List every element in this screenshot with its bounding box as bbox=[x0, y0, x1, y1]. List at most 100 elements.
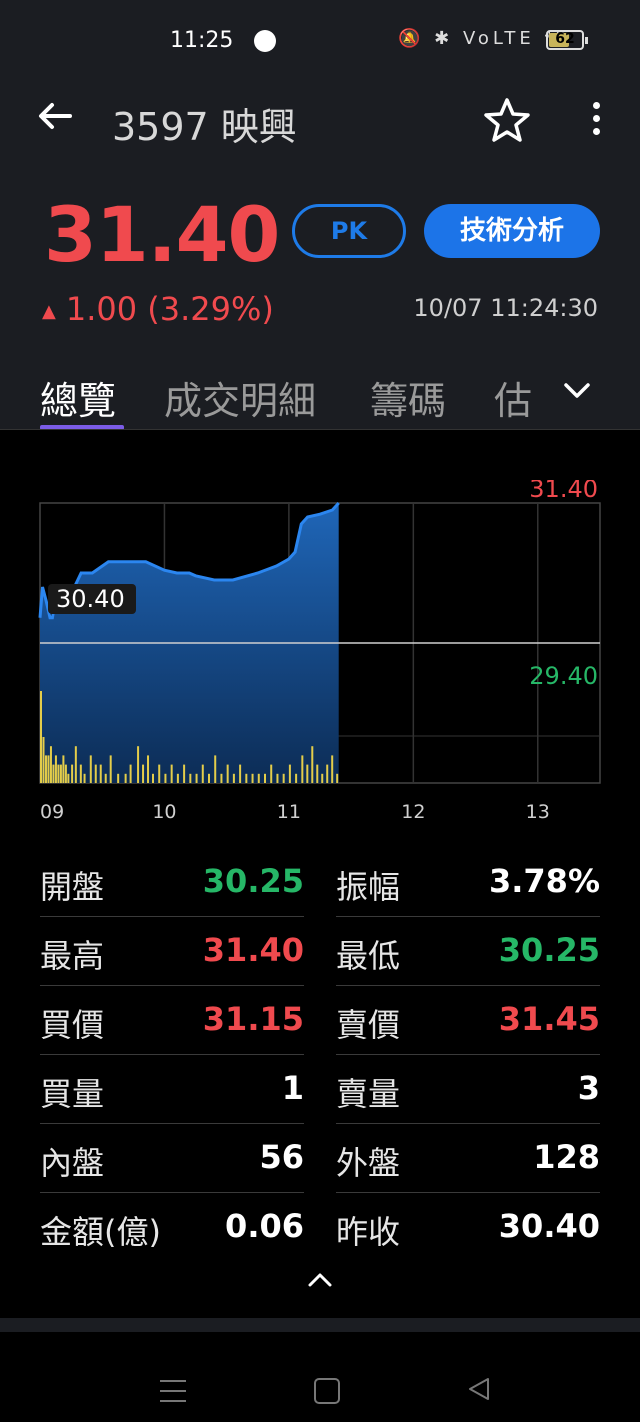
price-change: ▲ 1.00 (3.29%) bbox=[42, 290, 274, 328]
volume-bar bbox=[251, 773, 254, 783]
volume-bar bbox=[288, 764, 291, 783]
stats-row: 最高 31.40 最低 30.25 bbox=[40, 917, 600, 986]
nav-back-glyph bbox=[469, 1378, 489, 1400]
volume-bar bbox=[47, 755, 50, 783]
x-tick-label: 11 bbox=[277, 801, 301, 823]
more-options-icon[interactable] bbox=[586, 102, 606, 142]
volume-bar bbox=[331, 755, 334, 783]
system-nav-bar bbox=[0, 1318, 640, 1422]
stat-cell: 開盤 30.25 bbox=[40, 848, 304, 917]
recent-apps-icon[interactable] bbox=[160, 1380, 186, 1410]
volume-bar bbox=[164, 773, 167, 783]
tab-overview[interactable]: 總覽 bbox=[40, 370, 116, 425]
stat-value: 31.45 bbox=[498, 1000, 600, 1038]
stat-cell: 金額(億) 0.06 bbox=[40, 1193, 304, 1261]
volume-bar bbox=[89, 755, 92, 783]
stat-cell: 買量 1 bbox=[40, 1055, 304, 1124]
stat-value: 31.40 bbox=[202, 931, 304, 969]
collapse-chevron-up-icon[interactable] bbox=[306, 1270, 334, 1290]
volume-bar bbox=[109, 755, 112, 783]
volume-bar bbox=[52, 764, 55, 783]
volume-bar bbox=[83, 773, 86, 783]
stat-label: 最高 bbox=[40, 937, 105, 975]
stat-value: 3 bbox=[577, 1069, 600, 1107]
tab-chips[interactable]: 籌碼 bbox=[370, 370, 446, 425]
volume-bar bbox=[311, 746, 314, 783]
tab-valuation[interactable]: 估 bbox=[494, 370, 532, 425]
stats-row: 金額(億) 0.06 昨收 30.40 bbox=[40, 1193, 600, 1262]
back-arrow-icon[interactable] bbox=[36, 96, 76, 136]
stats-table: 開盤 30.25 振幅 3.78% 最高 31.40 最低 30.25 買價 31.15 賣價 31.… bbox=[40, 848, 600, 1262]
current-price: 31.40 bbox=[44, 190, 280, 279]
technical-analysis-button[interactable]: 技術分析 bbox=[424, 204, 600, 258]
reference-price-label: 30.40 bbox=[56, 585, 125, 613]
stat-value: 56 bbox=[259, 1138, 304, 1176]
battery-level: 62 bbox=[555, 31, 575, 47]
x-tick-label: 09 bbox=[40, 801, 64, 823]
volume-bar bbox=[306, 764, 309, 783]
favorite-star-icon[interactable] bbox=[482, 96, 532, 146]
x-tick-label: 10 bbox=[152, 801, 176, 823]
star-glyph bbox=[484, 98, 530, 142]
volume-bar bbox=[239, 764, 242, 783]
volume-bar bbox=[147, 755, 150, 783]
stat-cell: 內盤 56 bbox=[40, 1124, 304, 1193]
stat-label: 內盤 bbox=[40, 1144, 105, 1182]
volume-bar bbox=[270, 764, 273, 783]
y-label-high: 31.40 bbox=[529, 480, 598, 503]
stat-label: 開盤 bbox=[40, 868, 105, 906]
volume-bar bbox=[124, 773, 127, 783]
tab-transaction-details[interactable]: 成交明細 bbox=[164, 370, 316, 425]
chevron-down-icon[interactable] bbox=[562, 376, 592, 406]
home-icon[interactable] bbox=[314, 1378, 340, 1404]
volume-bar bbox=[208, 773, 210, 783]
volume-bar bbox=[264, 773, 266, 783]
volume-bar bbox=[301, 755, 304, 783]
pk-button[interactable]: PK bbox=[292, 204, 406, 258]
stat-cell: 振幅 3.78% bbox=[336, 848, 600, 917]
intraday-chart[interactable]: 30.40 31.40 29.40 09 10 11 12 13 bbox=[0, 480, 640, 830]
volume-bar bbox=[220, 773, 223, 783]
stats-row: 買價 31.15 賣價 31.45 bbox=[40, 986, 600, 1055]
chevron-down-glyph bbox=[564, 383, 590, 398]
volume-bar bbox=[282, 773, 285, 783]
volume-bar bbox=[201, 764, 204, 783]
stat-cell: 賣價 31.45 bbox=[336, 986, 600, 1055]
volume-bar bbox=[176, 773, 179, 783]
stat-value: 128 bbox=[533, 1138, 600, 1176]
volume-bar bbox=[104, 773, 107, 783]
stat-cell: 最高 31.40 bbox=[40, 917, 304, 986]
stat-label: 賣量 bbox=[336, 1075, 401, 1113]
volume-bar bbox=[74, 746, 77, 783]
messenger-icon bbox=[254, 30, 276, 52]
volume-bar bbox=[40, 691, 42, 783]
stat-label: 金額(億) bbox=[40, 1213, 161, 1251]
volume-bar bbox=[326, 764, 329, 783]
status-icons: 🔕 ✱ VoLTE ⁴ᴳ bbox=[398, 28, 569, 49]
stat-cell: 賣量 3 bbox=[336, 1055, 600, 1124]
stat-label: 外盤 bbox=[336, 1144, 401, 1182]
app-header: 3597 映興 bbox=[0, 92, 640, 152]
nav-back-icon[interactable] bbox=[466, 1376, 492, 1402]
stat-label: 買價 bbox=[40, 1006, 105, 1044]
volume-bar bbox=[94, 764, 97, 783]
stats-row: 內盤 56 外盤 128 bbox=[40, 1124, 600, 1193]
volume-bar bbox=[189, 773, 192, 783]
volume-bar bbox=[129, 764, 132, 783]
volume-bar bbox=[117, 773, 120, 783]
stats-row: 買量 1 賣量 3 bbox=[40, 1055, 600, 1124]
volume-bar bbox=[44, 755, 47, 783]
volume-bar bbox=[54, 755, 57, 783]
stat-value: 1 bbox=[281, 1069, 304, 1107]
stats-row: 開盤 30.25 振幅 3.78% bbox=[40, 848, 600, 917]
y-label-low: 29.40 bbox=[529, 662, 598, 690]
volume-bar bbox=[42, 737, 45, 783]
volume-bar bbox=[295, 773, 298, 783]
status-bar: 11:25 🔕 ✱ VoLTE ⁴ᴳ 62 bbox=[0, 28, 640, 58]
volume-bar bbox=[142, 764, 145, 783]
volume-bar bbox=[214, 755, 217, 783]
volume-bar bbox=[62, 755, 65, 783]
up-triangle-icon: ▲ bbox=[42, 300, 56, 322]
volume-bar bbox=[226, 764, 229, 783]
volume-bar bbox=[170, 764, 173, 783]
